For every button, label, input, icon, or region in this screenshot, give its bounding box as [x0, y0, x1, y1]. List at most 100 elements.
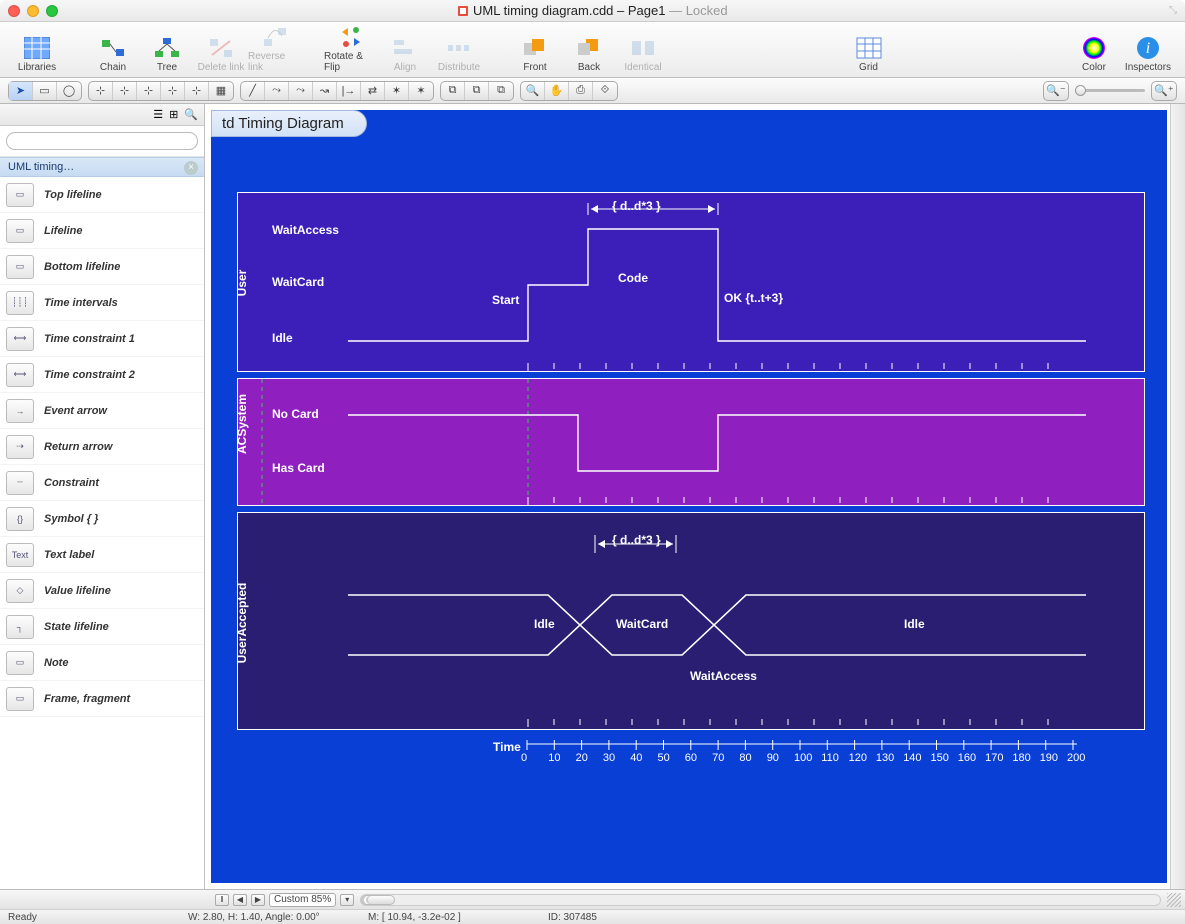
node-tool-1[interactable]: ⊹ — [89, 82, 113, 100]
conn-tool-8[interactable]: ✶ — [409, 82, 433, 100]
identical-button[interactable]: Identical — [616, 34, 670, 73]
status-ready: Ready — [8, 912, 148, 923]
conn-tool-2[interactable]: ⤳ — [265, 82, 289, 100]
sidebar-item-icon: ┐ — [6, 615, 34, 639]
misc-tool[interactable]: ⟐ — [593, 82, 617, 100]
sidebar-item[interactable]: ⟷Time constraint 1 — [0, 321, 204, 357]
svg-text:i: i — [1146, 40, 1150, 57]
sidebar-item[interactable]: ▭Frame, fragment — [0, 681, 204, 717]
sidebar-item[interactable]: TextText label — [0, 537, 204, 573]
sidebar-category[interactable]: UML timing… × — [0, 157, 204, 177]
vertical-scrollbar[interactable] — [1170, 104, 1185, 889]
time-tick-label: 100 — [794, 752, 812, 764]
close-category-icon[interactable]: × — [184, 161, 198, 175]
back-button[interactable]: Back — [562, 34, 616, 73]
sidebar-search-input[interactable] — [6, 132, 198, 150]
pointer-tool[interactable]: ➤ — [9, 82, 33, 100]
time-tick-label: 80 — [739, 752, 751, 764]
conn-tool-5[interactable]: |→ — [337, 82, 361, 100]
constraint-useraccepted: { d..d*3 } — [612, 533, 661, 547]
close-window-button[interactable] — [8, 5, 20, 17]
status-wh: W: 2.80, H: 1.40, Angle: 0.00° — [188, 912, 328, 923]
sidebar-item[interactable]: ▭Top lifeline — [0, 177, 204, 213]
rect-tool[interactable]: ▭ — [33, 82, 57, 100]
locked-label: — Locked — [669, 3, 728, 18]
library-sidebar: ☰ ⊞ 🔍 UML timing… × ▭Top lifeline▭Lifeli… — [0, 104, 205, 889]
sidebar-item[interactable]: →Event arrow — [0, 393, 204, 429]
tree-button[interactable]: Tree — [140, 34, 194, 73]
zoom-window-button[interactable] — [46, 5, 58, 17]
grid-view-icon[interactable]: ⊞ — [169, 108, 178, 121]
libraries-button[interactable]: Libraries — [10, 34, 64, 73]
group-tool-2[interactable]: ⧉ — [465, 82, 489, 100]
front-button[interactable]: Front — [508, 34, 562, 73]
reverse-link-button[interactable]: Reverse link — [248, 23, 302, 73]
traffic-lights — [8, 5, 58, 17]
zoom-step-first[interactable]: ‖ — [215, 894, 229, 906]
group-tool-3[interactable]: ⧉ — [489, 82, 513, 100]
node-tool-5[interactable]: ⊹ — [185, 82, 209, 100]
rotate-flip-button[interactable]: Rotate & Flip — [324, 23, 378, 73]
zoom-step-prev[interactable]: ◀ — [233, 894, 247, 906]
inspectors-button[interactable]: iInspectors — [1121, 34, 1175, 73]
event-code-label: Code — [618, 271, 648, 285]
sidebar-item[interactable]: ┄Constraint — [0, 465, 204, 501]
time-tick-label: 140 — [903, 752, 921, 764]
sidebar-item[interactable]: ◇Value lifeline — [0, 573, 204, 609]
conn-tool-7[interactable]: ✶ — [385, 82, 409, 100]
time-tick-label: 190 — [1040, 752, 1058, 764]
sidebar-item-label: Lifeline — [44, 225, 83, 237]
time-tick-label: 150 — [931, 752, 949, 764]
grid-button[interactable]: Grid — [842, 34, 896, 73]
sidebar-item[interactable]: ▭Lifeline — [0, 213, 204, 249]
node-tool-6[interactable]: ▦ — [209, 82, 233, 100]
time-tick-label: 170 — [985, 752, 1003, 764]
conn-tool-4[interactable]: ↝ — [313, 82, 337, 100]
horizontal-scrollbar[interactable] — [360, 894, 1161, 906]
sidebar-item[interactable]: ⟷Time constraint 2 — [0, 357, 204, 393]
sidebar-item[interactable]: ┊┊┊Time intervals — [0, 285, 204, 321]
minimize-window-button[interactable] — [27, 5, 39, 17]
sidebar-view-switch: ☰ ⊞ 🔍 — [0, 104, 204, 126]
zoom-value[interactable]: Custom 85% — [269, 893, 336, 907]
view-toolset: 🔍 ✋ ⎙ ⟐ — [520, 81, 618, 101]
sidebar-item-label: Symbol { } — [44, 513, 98, 525]
zoom-in-button[interactable]: 🔍⁺ — [1152, 82, 1176, 100]
sidebar-item[interactable]: {}Symbol { } — [0, 501, 204, 537]
status-bar: Ready W: 2.80, H: 1.40, Angle: 0.00° M: … — [0, 909, 1185, 924]
delete-link-button[interactable]: Delete link — [194, 34, 248, 73]
node-tool-4[interactable]: ⊹ — [161, 82, 185, 100]
search-toggle-icon[interactable]: 🔍 — [184, 108, 198, 121]
conn-tool-1[interactable]: ╱ — [241, 82, 265, 100]
sidebar-item-list: ▭Top lifeline▭Lifeline▭Bottom lifeline┊┊… — [0, 177, 204, 717]
zoom-tool[interactable]: 🔍 — [521, 82, 545, 100]
sidebar-item[interactable]: ⇢Return arrow — [0, 429, 204, 465]
group-tool-1[interactable]: ⧉ — [441, 82, 465, 100]
ellipse-tool[interactable]: ◯ — [57, 82, 81, 100]
chain-button[interactable]: Chain — [86, 34, 140, 73]
canvas[interactable]: td Timing Diagram User WaitAccess WaitCa… — [211, 110, 1167, 883]
color-button[interactable]: Color — [1067, 34, 1121, 73]
zoom-step-next[interactable]: ▶ — [251, 894, 265, 906]
time-tick-label: 50 — [658, 752, 670, 764]
zoom-out-button[interactable]: 🔍⁻ — [1044, 82, 1068, 100]
sidebar-item[interactable]: ▭Bottom lifeline — [0, 249, 204, 285]
node-tool-2[interactable]: ⊹ — [113, 82, 137, 100]
zoom-stepper: ‖ ◀ ▶ Custom 85% ▾ — [215, 893, 354, 907]
eyedropper-tool[interactable]: ⎙ — [569, 82, 593, 100]
fullscreen-icon[interactable]: ⤡ — [1169, 5, 1177, 16]
distribute-button[interactable]: Distribute — [432, 34, 486, 73]
zoom-menu[interactable]: ▾ — [340, 894, 354, 906]
resize-grip[interactable] — [1167, 893, 1181, 907]
hand-tool[interactable]: ✋ — [545, 82, 569, 100]
conn-tool-6[interactable]: ⇄ — [361, 82, 385, 100]
node-tool-3[interactable]: ⊹ — [137, 82, 161, 100]
zoom-slider[interactable] — [1075, 89, 1145, 92]
canvas-area: td Timing Diagram User WaitAccess WaitCa… — [205, 104, 1185, 889]
sidebar-item[interactable]: ▭Note — [0, 645, 204, 681]
sidebar-item[interactable]: ┐State lifeline — [0, 609, 204, 645]
list-view-icon[interactable]: ☰ — [153, 108, 163, 121]
conn-tool-3[interactable]: ⤳ — [289, 82, 313, 100]
align-button[interactable]: Align — [378, 34, 432, 73]
time-tick-label: 160 — [958, 752, 976, 764]
